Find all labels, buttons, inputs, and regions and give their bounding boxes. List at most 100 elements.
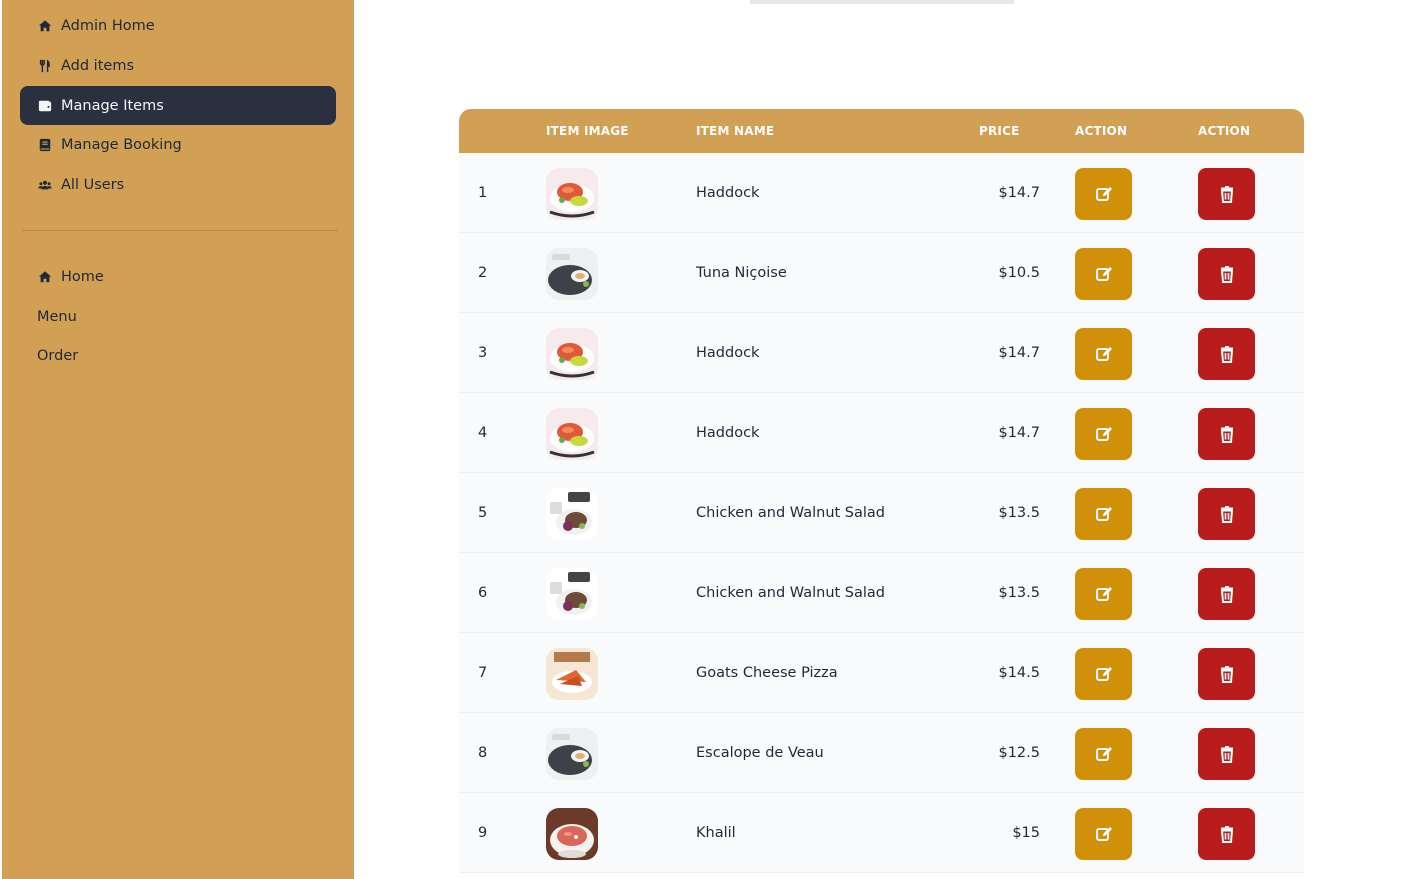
sidebar-item-manage-items[interactable]: Manage Items	[20, 86, 336, 125]
trash-icon	[1217, 504, 1237, 524]
edit-button[interactable]	[1075, 248, 1132, 300]
trash-icon	[1217, 184, 1237, 204]
item-image	[546, 488, 598, 540]
item-price: $13.5	[998, 585, 1040, 601]
item-name: Tuna Niçoise	[696, 265, 787, 281]
sidebar-item-menu[interactable]: Menu	[20, 298, 336, 336]
edit-button[interactable]	[1075, 648, 1132, 700]
edit-icon	[1094, 664, 1114, 684]
item-name: Goats Cheese Pizza	[696, 665, 838, 681]
trash-icon	[1217, 424, 1237, 444]
table-row: 2 Tuna Niçoise $10.5	[459, 233, 1304, 313]
edit-button[interactable]	[1075, 568, 1132, 620]
sidebar-item-order[interactable]: Order	[20, 337, 336, 375]
trash-icon	[1217, 344, 1237, 364]
edit-icon	[1094, 184, 1114, 204]
table-row: 9 Khalil $15	[459, 793, 1304, 873]
users-icon	[37, 177, 53, 193]
table-header: ITEM IMAGE ITEM NAME PRICE ACTION ACTION	[459, 109, 1304, 153]
edit-button[interactable]	[1075, 488, 1132, 540]
item-image	[546, 728, 598, 780]
trash-icon	[1217, 744, 1237, 764]
edit-button[interactable]	[1075, 808, 1132, 860]
delete-button[interactable]	[1198, 328, 1255, 380]
row-index: 9	[478, 825, 488, 841]
edit-icon	[1094, 744, 1114, 764]
item-name: Haddock	[696, 185, 760, 201]
edit-icon	[1094, 344, 1114, 364]
sidebar-item-label: Manage Items	[61, 97, 164, 114]
item-name: Haddock	[696, 425, 760, 441]
row-index: 4	[478, 425, 488, 441]
delete-button[interactable]	[1198, 168, 1255, 220]
top-scroll-indicator	[750, 0, 1014, 4]
edit-button[interactable]	[1075, 408, 1132, 460]
row-index: 8	[478, 745, 488, 761]
column-header-price: PRICE	[979, 124, 1020, 138]
home-icon	[37, 269, 53, 285]
item-price: $14.7	[998, 345, 1040, 361]
sidebar-item-admin-home[interactable]: Admin Home	[20, 7, 336, 45]
row-index: 3	[478, 345, 488, 361]
edit-button[interactable]	[1075, 328, 1132, 380]
item-name: Haddock	[696, 345, 760, 361]
item-image	[546, 328, 598, 380]
item-price: $13.5	[998, 505, 1040, 521]
item-image	[546, 248, 598, 300]
column-header-action-delete: ACTION	[1198, 124, 1251, 138]
item-name: Chicken and Walnut Salad	[696, 585, 886, 601]
column-header-item-name: ITEM NAME	[696, 124, 775, 138]
sidebar-item-label: Order	[37, 348, 79, 364]
delete-button[interactable]	[1198, 248, 1255, 300]
row-index: 7	[478, 665, 488, 681]
edit-button[interactable]	[1075, 168, 1132, 220]
table-row: 1 Haddock $14.7	[459, 153, 1304, 233]
delete-button[interactable]	[1198, 568, 1255, 620]
edit-icon	[1094, 264, 1114, 284]
item-price: $10.5	[998, 265, 1040, 281]
sidebar-item-home[interactable]: Home	[20, 258, 336, 296]
row-index: 1	[478, 185, 488, 201]
row-index: 2	[478, 265, 488, 281]
table-row: 7 Goats Cheese Pizza $14.5	[459, 633, 1304, 713]
edit-icon	[1094, 504, 1114, 524]
item-name: Escalope de Veau	[696, 745, 824, 761]
item-image	[546, 648, 598, 700]
table-row: 5 Chicken and Walnut Salad $13.5	[459, 473, 1304, 553]
item-image	[546, 808, 598, 860]
item-price: $14.5	[998, 665, 1040, 681]
item-image	[546, 168, 598, 220]
item-image	[546, 408, 598, 460]
delete-button[interactable]	[1198, 488, 1255, 540]
sidebar-item-label: Menu	[37, 309, 77, 325]
delete-button[interactable]	[1198, 648, 1255, 700]
item-name: Khalil	[696, 825, 736, 841]
sidebar-item-label: Manage Booking	[61, 137, 182, 153]
edit-icon	[1094, 824, 1114, 844]
sidebar-item-label: Home	[61, 269, 104, 285]
edit-button[interactable]	[1075, 728, 1132, 780]
sidebar-item-add-items[interactable]: Add items	[20, 47, 336, 85]
item-image	[546, 568, 598, 620]
utensils-icon	[37, 58, 53, 74]
table-row: 3 Haddock $14.7	[459, 313, 1304, 393]
row-index: 6	[478, 585, 488, 601]
table-row: 8 Escalope de Veau $12.5	[459, 713, 1304, 793]
column-header-action-edit: ACTION	[1075, 124, 1128, 138]
item-name: Chicken and Walnut Salad	[696, 505, 886, 521]
delete-button[interactable]	[1198, 808, 1255, 860]
item-price: $14.7	[998, 185, 1040, 201]
sidebar-item-label: Add items	[61, 58, 134, 74]
delete-button[interactable]	[1198, 408, 1255, 460]
trash-icon	[1217, 664, 1237, 684]
delete-button[interactable]	[1198, 728, 1255, 780]
items-table: ITEM IMAGE ITEM NAME PRICE ACTION ACTION…	[459, 109, 1304, 879]
sidebar-item-label: All Users	[61, 177, 125, 193]
sidebar: Admin Home Add items Manage Items Manage…	[2, 0, 354, 879]
sidebar-item-label: Admin Home	[61, 18, 155, 34]
sidebar-item-all-users[interactable]: All Users	[20, 166, 336, 204]
sidebar-item-manage-booking[interactable]: Manage Booking	[20, 126, 336, 164]
table-row: 4 Haddock $14.7	[459, 393, 1304, 473]
edit-icon	[1094, 424, 1114, 444]
trash-icon	[1217, 824, 1237, 844]
